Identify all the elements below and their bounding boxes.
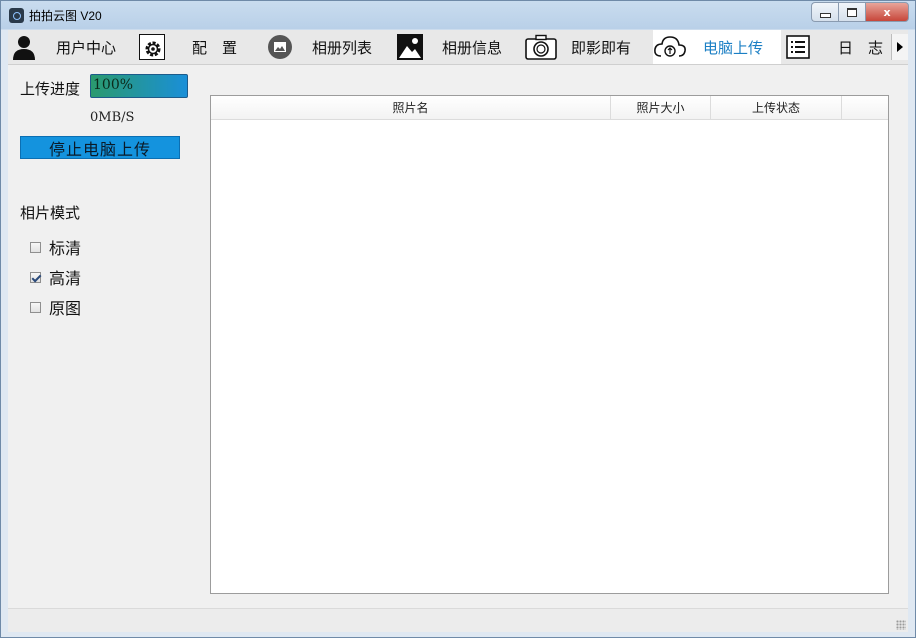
tab-label: 电脑上传 xyxy=(703,38,764,57)
tab-log[interactable]: 日 志 xyxy=(784,30,883,64)
tab-user-center[interactable]: 用户中心 xyxy=(10,30,116,64)
photo-mode-title: 相片模式 xyxy=(20,204,81,222)
tab-bar: 用户中心 配 置 相册列表 相册信息 即影即有 电脑上传 日 志 xyxy=(8,30,908,65)
checkbox-standard[interactable]: 标清 xyxy=(30,235,81,259)
tab-label: 即影即有 xyxy=(571,38,632,57)
checkbox-original[interactable]: 原图 xyxy=(30,295,81,319)
upload-speed: 0MB/S xyxy=(90,110,135,125)
stop-upload-button[interactable]: 停止电脑上传 xyxy=(20,136,180,159)
cloud-upload-icon xyxy=(653,33,687,61)
chevron-right-icon xyxy=(897,42,903,52)
app-window: 拍拍云图 V20 x 用户中心 配 置 相册列表 相册信息 即影即有 电脑上传 … xyxy=(0,0,916,638)
checkbox-label: 标清 xyxy=(49,239,82,258)
tab-album-info[interactable]: 相册信息 xyxy=(396,30,502,64)
album-icon xyxy=(266,33,294,61)
tab-label: 相册列表 xyxy=(312,38,373,57)
user-icon xyxy=(10,33,38,61)
image-icon xyxy=(396,33,424,61)
title-bar[interactable]: 拍拍云图 V20 x xyxy=(1,1,915,29)
tab-album-list[interactable]: 相册列表 xyxy=(266,30,372,64)
list-header: 照片名 照片大小 上传状态 xyxy=(211,96,888,120)
minimize-button[interactable] xyxy=(811,2,838,22)
tab-label: 相册信息 xyxy=(442,38,503,57)
tab-label: 日 志 xyxy=(838,38,884,57)
column-header-upload-status[interactable]: 上传状态 xyxy=(711,96,842,119)
gear-icon xyxy=(138,33,166,61)
checkbox-hd[interactable]: 高清 xyxy=(30,265,81,289)
checkbox-label: 高清 xyxy=(49,269,82,288)
tab-instant-print[interactable]: 即影即有 xyxy=(525,30,631,64)
status-bar xyxy=(8,608,908,632)
close-button[interactable]: x xyxy=(865,2,909,22)
column-header-photo-size[interactable]: 照片大小 xyxy=(611,96,711,119)
progress-label: 上传进度 xyxy=(20,80,81,98)
app-logo-icon xyxy=(9,8,24,23)
checkbox-box[interactable] xyxy=(30,301,41,313)
maximize-button[interactable] xyxy=(838,2,865,22)
column-header-photo-name[interactable]: 照片名 xyxy=(211,96,611,119)
minimize-icon xyxy=(819,12,831,18)
checkbox-box[interactable] xyxy=(30,271,41,283)
checkbox-box[interactable] xyxy=(30,241,41,253)
tab-config[interactable]: 配 置 xyxy=(138,30,237,64)
window-controls: x xyxy=(811,2,909,22)
window-title: 拍拍云图 V20 xyxy=(29,9,102,23)
client-area: 用户中心 配 置 相册列表 相册信息 即影即有 电脑上传 日 志 上传进度 10… xyxy=(8,30,908,632)
tab-label: 用户中心 xyxy=(56,38,117,57)
checkbox-label: 原图 xyxy=(49,299,82,318)
tab-pc-upload[interactable]: 电脑上传 xyxy=(653,30,781,64)
upload-progress-bar: 100% xyxy=(90,74,188,98)
resize-grip-icon[interactable] xyxy=(896,620,906,630)
tab-scroll-right-button[interactable] xyxy=(891,34,908,60)
tab-label: 配 置 xyxy=(192,38,238,57)
camera-icon xyxy=(525,33,557,61)
list-icon xyxy=(784,33,812,61)
progress-value: 100% xyxy=(93,77,134,93)
upload-file-list[interactable]: 照片名 照片大小 上传状态 xyxy=(210,95,889,594)
maximize-icon xyxy=(847,7,857,17)
